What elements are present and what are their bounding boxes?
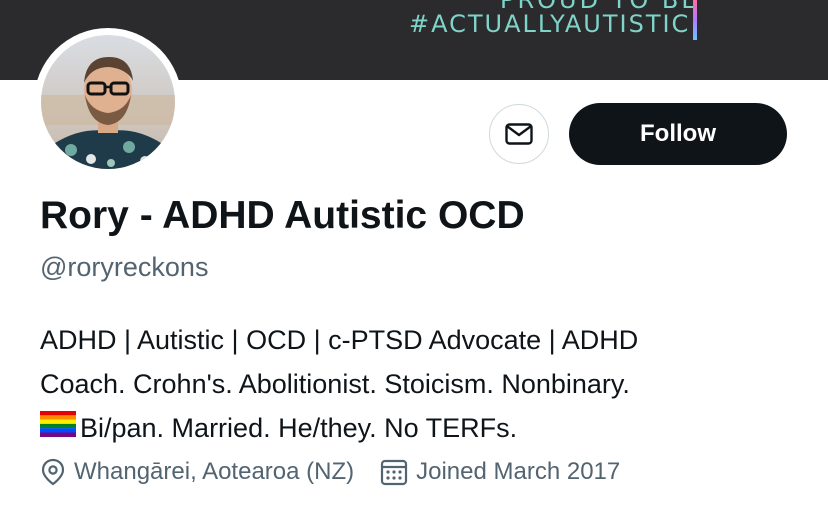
bio-line: Coach. Crohn's. Abolitionist. Stoicism. …: [40, 369, 630, 399]
bio-line-with-flag: Bi/pan. Married. He/they. No TERFs.: [40, 406, 810, 450]
location-item: Whangārei, Aotearoa (NZ): [40, 458, 354, 486]
bio-line: ADHD | Autistic | OCD | c-PTSD Advocate …: [40, 325, 639, 355]
profile-meta: Whangārei, Aotearoa (NZ) Joined March 20…: [40, 458, 620, 486]
profile-bio: ADHD | Autistic | OCD | c-PTSD Advocate …: [40, 318, 810, 450]
joined-text: Joined March 2017: [416, 458, 621, 485]
mail-icon: [505, 123, 533, 145]
banner-rainbow-bar: [693, 0, 697, 40]
profile-display-name: Rory - ADHD Autistic OCD: [40, 194, 525, 237]
banner-text-line2: #ACTUALLYAUTISTIC: [409, 10, 691, 38]
avatar[interactable]: [41, 35, 175, 169]
follow-button[interactable]: Follow: [569, 103, 787, 165]
bio-line-text: Bi/pan. Married. He/they. No TERFs.: [80, 413, 518, 443]
message-button[interactable]: [489, 104, 549, 164]
location-text: Whangārei, Aotearoa (NZ): [74, 458, 355, 485]
rainbow-flag-icon: [40, 406, 76, 450]
calendar-icon: [380, 458, 408, 486]
profile-handle: @roryreckons: [40, 252, 209, 282]
joined-item: Joined March 2017: [380, 458, 620, 486]
location-pin-icon: [40, 458, 66, 486]
